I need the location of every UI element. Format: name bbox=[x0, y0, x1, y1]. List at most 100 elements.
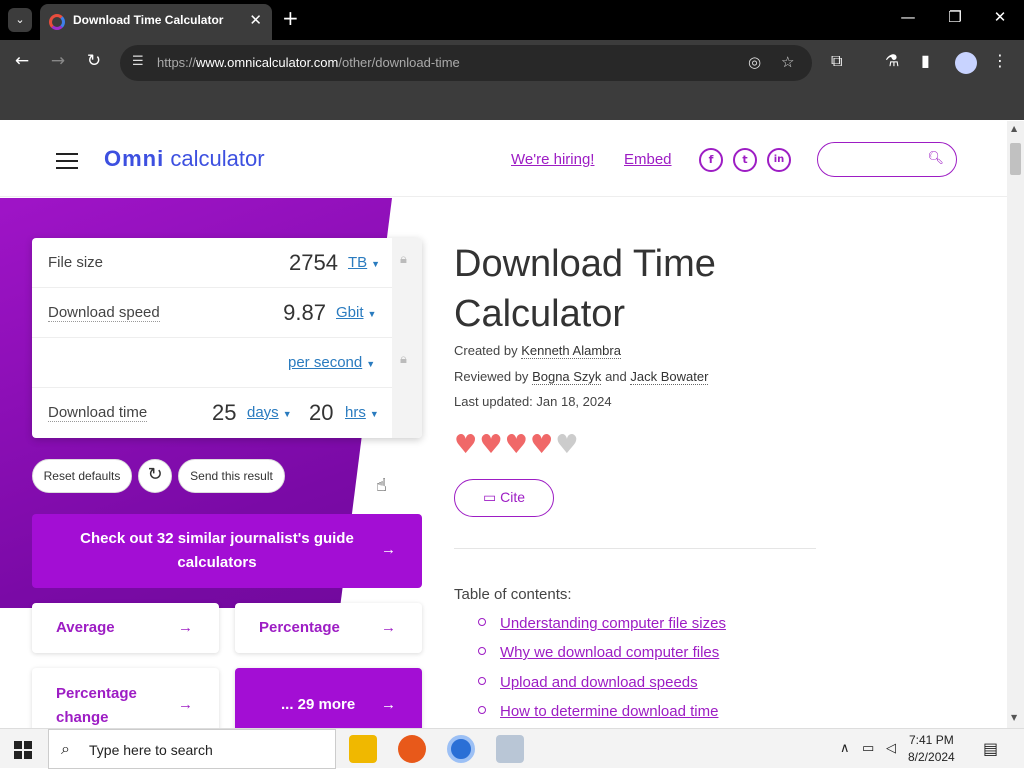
tile-average[interactable]: Average → bbox=[32, 603, 219, 653]
download-days-input[interactable]: 25 bbox=[212, 400, 236, 426]
tile-percentage-change[interactable]: Percentage change → bbox=[32, 668, 219, 728]
author-link[interactable]: Kenneth Alambra bbox=[521, 343, 621, 359]
tab-close-icon[interactable]: ✕ bbox=[249, 11, 262, 29]
tile-more[interactable]: ... 29 more → bbox=[235, 668, 422, 728]
download-time-row: Download time 25 days ▼ 20 hrs ▼ bbox=[32, 388, 392, 438]
similar-calculators-button[interactable]: Check out 32 similar journalist's guide … bbox=[32, 514, 422, 588]
refresh-icon[interactable]: ↻ bbox=[138, 459, 172, 493]
arrow-right-icon: → bbox=[381, 619, 396, 636]
toc-item[interactable]: Understanding computer file sizes bbox=[478, 615, 726, 632]
hiring-link[interactable]: We're hiring! bbox=[511, 151, 594, 168]
download-time-label: Download time bbox=[48, 404, 148, 422]
address-bar[interactable]: ☰ https://www.omnicalculator.com/other/d… bbox=[120, 45, 812, 81]
toc-item[interactable]: Upload and download speeds bbox=[478, 674, 698, 691]
reviewer-link[interactable]: Jack Bowater bbox=[630, 369, 709, 385]
bookmark-star-icon[interactable]: ☆ bbox=[781, 53, 794, 71]
per-unit-row: per second ▼ bbox=[32, 338, 392, 388]
download-speed-input[interactable]: 9.87 bbox=[283, 300, 326, 326]
firefox-icon[interactable] bbox=[398, 735, 426, 763]
file-size-unit-select[interactable]: TB ▼ bbox=[348, 254, 380, 271]
site-search-input[interactable]: 🔍︎ bbox=[817, 142, 957, 177]
hamburger-menu-icon[interactable] bbox=[56, 153, 78, 169]
search-icon[interactable]: 🔍︎ bbox=[927, 151, 944, 166]
per-second-select[interactable]: per second ▼ bbox=[288, 354, 375, 371]
linkedin-icon[interactable]: in bbox=[767, 148, 791, 172]
app-icon[interactable] bbox=[496, 735, 524, 763]
lock-icon[interactable]: 🔒︎ bbox=[400, 252, 407, 267]
menu-dots-icon[interactable]: ⋮ bbox=[992, 51, 1008, 70]
windows-start-icon[interactable] bbox=[14, 741, 32, 759]
labs-icon[interactable]: ⚗ bbox=[885, 51, 899, 70]
lock-icon[interactable]: 🔒︎ bbox=[400, 352, 407, 367]
half-heart-icon: ♥ bbox=[555, 430, 581, 460]
omni-logo[interactable]: Omni calculator bbox=[104, 146, 265, 172]
tile-percentage[interactable]: Percentage → bbox=[235, 603, 422, 653]
download-hrs-input[interactable]: 20 bbox=[309, 400, 333, 426]
download-speed-row: Download speed 9.87 Gbit ▼ bbox=[32, 288, 392, 338]
quote-icon: ▭ bbox=[482, 489, 497, 505]
heart-icon: ♥ bbox=[529, 430, 556, 460]
toc-item[interactable]: Why we download computer files bbox=[478, 644, 719, 661]
notification-icon[interactable]: ▤ bbox=[983, 739, 998, 758]
url-text: https://www.omnicalculator.com/other/dow… bbox=[157, 55, 460, 70]
tab-title: Download Time Calculator bbox=[73, 13, 224, 27]
site-info-icon[interactable]: ☰ bbox=[132, 54, 144, 69]
arrow-right-icon: → bbox=[178, 696, 193, 713]
forward-icon[interactable]: → bbox=[47, 51, 69, 71]
file-explorer-icon[interactable] bbox=[349, 735, 377, 763]
volume-muted-icon[interactable]: ◁ bbox=[886, 741, 896, 756]
site-header: Omni calculator We're hiring! Embed f t … bbox=[0, 121, 1007, 197]
heart-icon: ♥ bbox=[504, 430, 530, 460]
divider bbox=[454, 548, 816, 549]
calculator-card: 🔒︎ 🔒︎ File size 2754 TB ▼ Download speed … bbox=[32, 238, 422, 438]
page-scrollbar[interactable] bbox=[1007, 121, 1024, 728]
facebook-icon[interactable]: f bbox=[699, 148, 723, 172]
minimize-icon[interactable]: — bbox=[898, 8, 918, 26]
download-speed-label: Download speed bbox=[48, 304, 160, 322]
taskbar-search-box[interactable]: ⌕ Type here to search bbox=[48, 729, 336, 769]
last-updated: Last updated: Jan 18, 2024 bbox=[454, 394, 612, 409]
created-by: Created by Kenneth Alambra bbox=[454, 343, 621, 359]
browser-toolbar: ← → ↻ ☰ https://www.omnicalculator.com/o… bbox=[0, 40, 1024, 86]
profile-avatar-icon[interactable] bbox=[955, 52, 977, 74]
heart-icon: ♥ bbox=[479, 430, 505, 460]
heart-icon: ♥ bbox=[454, 430, 480, 460]
download-speed-unit-select[interactable]: Gbit ▼ bbox=[336, 304, 376, 321]
close-window-icon[interactable]: ✕ bbox=[990, 8, 1010, 26]
scroll-thumb[interactable] bbox=[1010, 143, 1021, 175]
new-tab-icon[interactable]: + bbox=[282, 6, 299, 30]
restore-icon[interactable]: ❐ bbox=[945, 8, 965, 26]
browser-tab[interactable]: Download Time Calculator ✕ bbox=[40, 4, 272, 40]
web-page: Omni calculator We're hiring! Embed f t … bbox=[0, 121, 1007, 728]
mouse-cursor-icon: ☝︎ bbox=[376, 475, 387, 496]
taskbar-clock[interactable]: 7:41 PM 8/2/2024 bbox=[908, 732, 955, 766]
extensions-icon[interactable]: ⧉ bbox=[831, 51, 842, 71]
reload-icon[interactable]: ↻ bbox=[83, 51, 105, 71]
twitter-icon[interactable]: t bbox=[733, 148, 757, 172]
embed-link[interactable]: Embed bbox=[624, 151, 672, 168]
chrome-icon[interactable] bbox=[447, 735, 475, 763]
cite-button[interactable]: ▭ Cite bbox=[454, 479, 554, 517]
network-icon[interactable]: ▭ bbox=[862, 741, 874, 756]
cta-text: Check out 32 similar journalist's guide … bbox=[80, 530, 354, 571]
scroll-down-icon[interactable]: ▼ bbox=[1011, 713, 1017, 722]
search-icon: ⌕ bbox=[61, 739, 70, 758]
tray-chevron-icon[interactable]: ∧ bbox=[840, 741, 850, 756]
hrs-unit-select[interactable]: hrs ▼ bbox=[345, 404, 379, 421]
back-icon[interactable]: ← bbox=[11, 51, 33, 71]
windows-taskbar: ⌕ Type here to search ∧ ▭ ◁ 7:41 PM 8/2/… bbox=[0, 728, 1024, 769]
arrow-right-icon: → bbox=[381, 541, 396, 558]
reviewer-link[interactable]: Bogna Szyk bbox=[532, 369, 602, 385]
bookmark-bar bbox=[0, 86, 1024, 120]
page-title: Download Time Calculator bbox=[454, 243, 716, 335]
toc-item[interactable]: How to determine download time bbox=[478, 703, 718, 720]
file-size-input[interactable]: 2754 bbox=[289, 250, 338, 276]
side-panel-icon[interactable]: ▮ bbox=[921, 51, 930, 70]
rating-hearts[interactable]: ♥♥♥♥♥ bbox=[454, 430, 581, 460]
days-unit-select[interactable]: days ▼ bbox=[247, 404, 292, 421]
send-result-button[interactable]: Send this result bbox=[178, 459, 285, 493]
scroll-up-icon[interactable]: ▲ bbox=[1011, 124, 1017, 133]
eye-off-icon[interactable]: ◎ bbox=[748, 53, 761, 71]
tab-search-button[interactable]: ⌄ bbox=[8, 8, 32, 32]
reset-defaults-button[interactable]: Reset defaults bbox=[32, 459, 132, 493]
